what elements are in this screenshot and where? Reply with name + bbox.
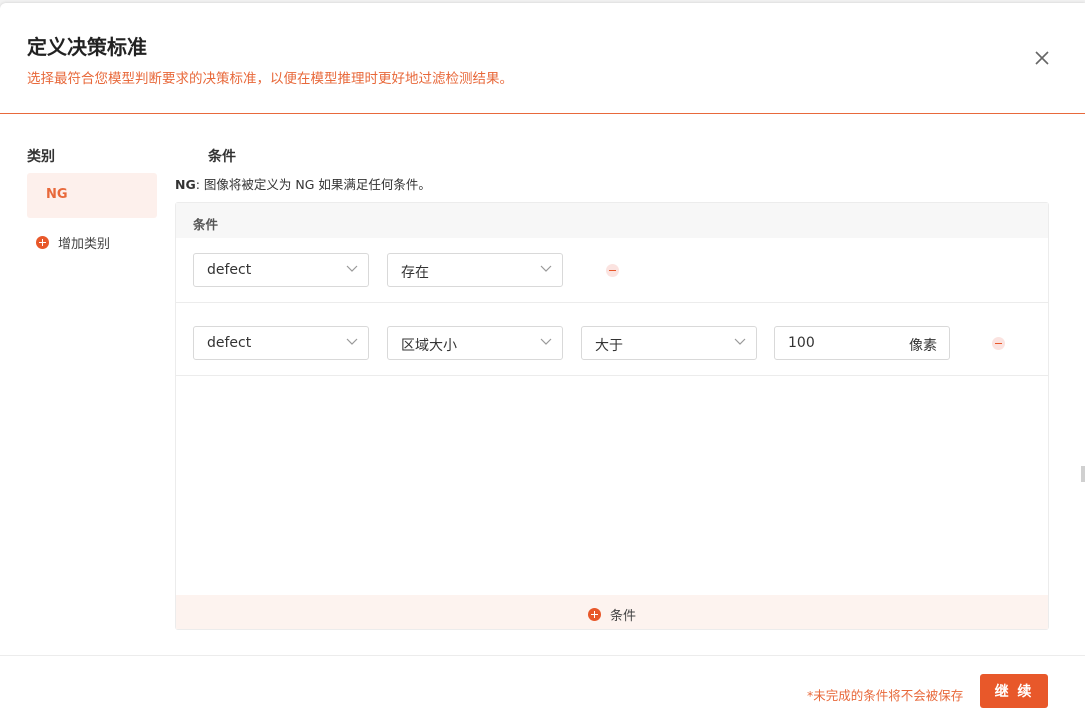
- threshold-unit: 像素: [909, 338, 937, 354]
- conditions-table-header-label: 条件: [193, 217, 219, 232]
- conditions-panel: 条件 defect 存在 defect 区域大小 大于 100 像素 条件: [175, 202, 1049, 630]
- add-category-button[interactable]: 增加类别: [36, 232, 110, 252]
- threshold-value: 100: [788, 335, 815, 351]
- remove-condition-button[interactable]: [992, 337, 1005, 350]
- close-button[interactable]: [1030, 46, 1054, 70]
- condition-row: defect 存在: [176, 238, 1048, 303]
- scrollbar-thumb[interactable]: [1081, 466, 1085, 482]
- footer-divider: [0, 655, 1085, 656]
- footer-note: *未完成的条件将不会被保存: [807, 688, 964, 703]
- category-column-header: 类别: [27, 149, 55, 165]
- add-condition-label: 条件: [610, 609, 637, 624]
- dialog-header: 定义决策标准 选择最符合您模型判断要求的决策标准，以便在模型推理时更好地过滤检测…: [0, 3, 1085, 114]
- class-select[interactable]: defect: [193, 326, 369, 360]
- remove-condition-button[interactable]: [606, 264, 619, 277]
- metric-select[interactable]: 存在: [387, 253, 563, 287]
- condition-column-header: 条件: [208, 149, 236, 165]
- chevron-down-icon: [734, 338, 746, 345]
- ng-description: NG: 图像将被定义为 NG 如果满足任何条件。: [175, 174, 431, 193]
- continue-button[interactable]: 继 续: [980, 674, 1048, 708]
- class-select[interactable]: defect: [193, 253, 369, 287]
- category-item-label: NG: [46, 187, 68, 202]
- metric-select[interactable]: 区域大小: [387, 326, 563, 360]
- ng-description-text: : 图像将被定义为 NG 如果满足任何条件。: [195, 177, 431, 192]
- operator-select-value: 大于: [595, 338, 623, 354]
- chevron-down-icon: [540, 265, 552, 272]
- category-item-ng[interactable]: NG: [27, 173, 157, 218]
- dialog-subtitle: 选择最符合您模型判断要求的决策标准，以便在模型推理时更好地过滤检测结果。: [27, 71, 513, 87]
- conditions-table-header: 条件: [176, 203, 1048, 238]
- class-select-value: defect: [207, 262, 252, 278]
- add-condition-content: 条件: [588, 605, 636, 624]
- operator-select[interactable]: 大于: [581, 326, 757, 360]
- chevron-down-icon: [346, 338, 358, 345]
- condition-row: defect 区域大小 大于 100 像素: [176, 303, 1048, 376]
- add-condition-button[interactable]: 条件: [176, 595, 1048, 629]
- close-icon: [1035, 51, 1049, 65]
- chevron-down-icon: [346, 265, 358, 272]
- add-category-label: 增加类别: [58, 236, 111, 252]
- metric-select-value: 区域大小: [401, 338, 457, 354]
- dialog-title: 定义决策标准: [27, 35, 147, 59]
- threshold-input[interactable]: 100 像素: [774, 326, 950, 360]
- plus-circle-icon: [36, 235, 49, 249]
- plus-circle-icon: [588, 608, 601, 621]
- chevron-down-icon: [540, 338, 552, 345]
- class-select-value: defect: [207, 335, 252, 351]
- ng-description-prefix: NG: [175, 177, 196, 192]
- metric-select-value: 存在: [401, 265, 429, 281]
